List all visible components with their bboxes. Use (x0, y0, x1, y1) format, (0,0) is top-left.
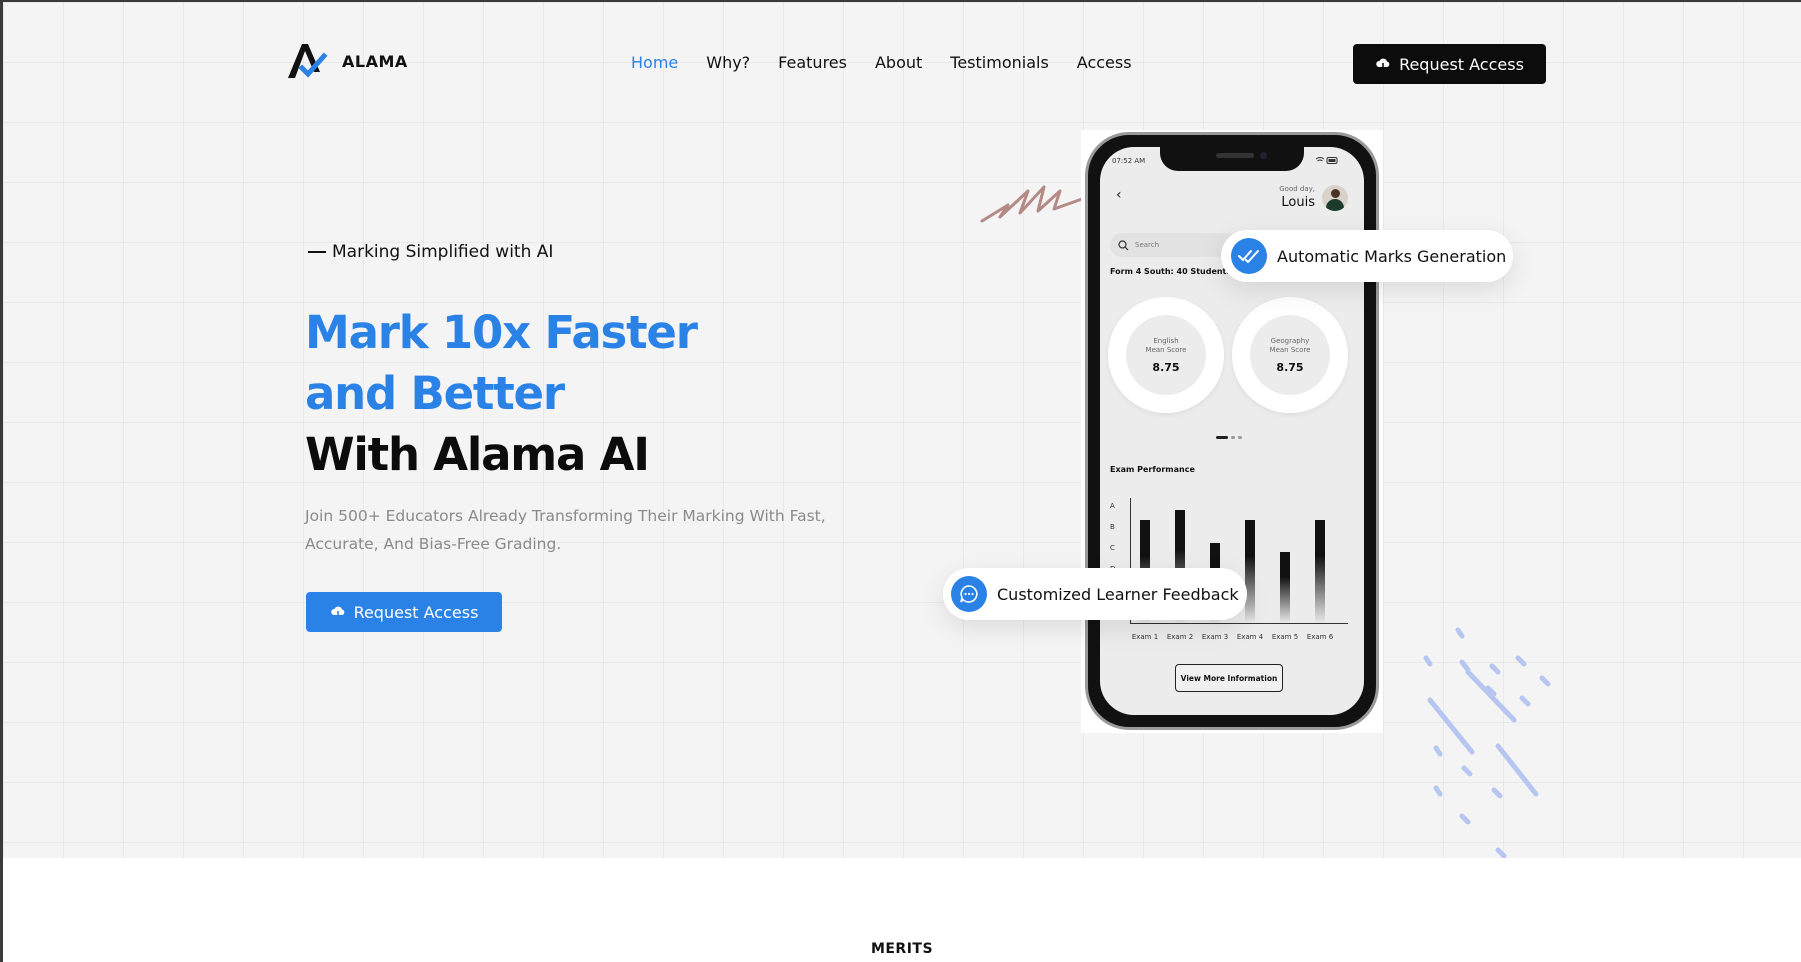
donut-inner: Geography Mean Score 8.75 (1250, 315, 1330, 395)
avatar[interactable] (1322, 185, 1348, 211)
greeting-text: Good day, (1279, 185, 1315, 193)
nav-testimonials[interactable]: Testimonials (950, 53, 1049, 72)
chart-x-tick-label: Exam 2 (1166, 633, 1194, 641)
carousel-dots[interactable] (1216, 436, 1242, 439)
geography-score-donut: Geography Mean Score 8.75 (1232, 297, 1348, 413)
view-more-button[interactable]: View More Information (1175, 664, 1283, 692)
nav-why[interactable]: Why? (706, 53, 750, 72)
hero-eyebrow: Marking Simplified with AI (308, 242, 553, 262)
learner-feedback-badge: Customized Learner Feedback (943, 568, 1247, 620)
search-icon (1118, 239, 1129, 250)
chart-x-tick-label: Exam 3 (1201, 633, 1229, 641)
phone-time: 07:52 AM (1112, 157, 1146, 165)
headline-line-3: With Alama AI (305, 428, 650, 481)
performance-title: Exam Performance (1110, 465, 1195, 474)
main-nav: Home Why? Features About Testimonials Ac… (631, 53, 1160, 72)
cloud-download-icon (1376, 58, 1390, 72)
phone-mockup: 07:52 AM ‹ Good day, Louis Search Form 4… (1081, 130, 1383, 733)
phone-frame: 07:52 AM ‹ Good day, Louis Search Form 4… (1085, 132, 1379, 730)
scribble-decoration (980, 185, 1084, 223)
automatic-marks-badge: Automatic Marks Generation (1221, 230, 1513, 282)
back-icon[interactable]: ‹ (1116, 187, 1122, 203)
donut-label-line1: Geography (1270, 336, 1310, 345)
class-info: Form 4 South: 40 Students (1110, 267, 1232, 276)
donut-label-line2: Mean Score (1145, 345, 1187, 354)
eyebrow-text: Marking Simplified with AI (332, 242, 554, 262)
carousel-dot[interactable] (1231, 436, 1235, 439)
headline-line-2: and Better (305, 367, 565, 420)
hero-section: ALAMA Home Why? Features About Testimoni… (3, 2, 1801, 858)
chart-bar (1280, 552, 1290, 623)
hero-headline: Mark 10x Faster and Better With Alama AI (305, 302, 698, 485)
chart-y-tick-label: A (1110, 502, 1115, 510)
carousel-dot[interactable] (1238, 436, 1242, 439)
chart-x-tick-label: Exam 1 (1131, 633, 1159, 641)
nav-features[interactable]: Features (778, 53, 847, 72)
nav-home[interactable]: Home (631, 53, 678, 72)
phone-camera (1260, 152, 1267, 159)
chart-x-tick-label: Exam 5 (1271, 633, 1299, 641)
chart-y-tick-label: C (1110, 544, 1115, 552)
phone-speaker (1216, 153, 1254, 158)
learner-feedback-label: Customized Learner Feedback (997, 584, 1239, 604)
header-request-access-label: Request Access (1399, 54, 1524, 74)
donut-label-line1: English (1153, 336, 1179, 345)
headline-line-1: Mark 10x Faster (305, 306, 698, 359)
phone-status-icons (1315, 156, 1339, 167)
brand-name: ALAMA (342, 51, 408, 71)
chart-x-axis (1130, 623, 1348, 624)
user-name: Louis (1281, 195, 1315, 210)
chart-bar (1315, 520, 1325, 623)
hero-request-access-button[interactable]: Request Access (306, 592, 502, 632)
eyebrow-dash (308, 251, 326, 253)
chart-y-tick-label: B (1110, 523, 1115, 531)
chart-x-tick-label: Exam 4 (1236, 633, 1264, 641)
hero-subtitle: Join 500+ Educators Already Transforming… (305, 507, 826, 553)
merits-section-heading: MERITS (870, 941, 934, 957)
carousel-dot-active[interactable] (1216, 436, 1228, 439)
chart-x-tick-label: Exam 6 (1306, 633, 1334, 641)
wifi-battery-icon (1315, 157, 1338, 164)
donut-label-line2: Mean Score (1269, 345, 1311, 354)
chart-bar (1245, 520, 1255, 623)
dash-pattern-decoration (1423, 627, 1551, 858)
donut-inner: English Mean Score 8.75 (1126, 315, 1206, 395)
donut-value: 8.75 (1276, 360, 1304, 374)
double-check-icon (1231, 238, 1267, 274)
header-request-access-button[interactable]: Request Access (1353, 44, 1546, 84)
alama-logo-icon (288, 44, 328, 78)
nav-about[interactable]: About (875, 53, 922, 72)
english-score-donut: English Mean Score 8.75 (1108, 297, 1224, 413)
brand-logo[interactable]: ALAMA (286, 42, 408, 80)
search-placeholder: Search (1135, 241, 1160, 249)
automatic-marks-label: Automatic Marks Generation (1277, 246, 1507, 266)
phone-greeting: Good day, Louis (1235, 185, 1315, 210)
cloud-download-icon (330, 606, 344, 620)
phone-notch (1160, 147, 1304, 171)
donut-value: 8.75 (1152, 360, 1180, 374)
nav-access[interactable]: Access (1077, 53, 1132, 72)
hero-request-access-label: Request Access (353, 602, 479, 622)
chat-bubble-icon (951, 576, 987, 612)
